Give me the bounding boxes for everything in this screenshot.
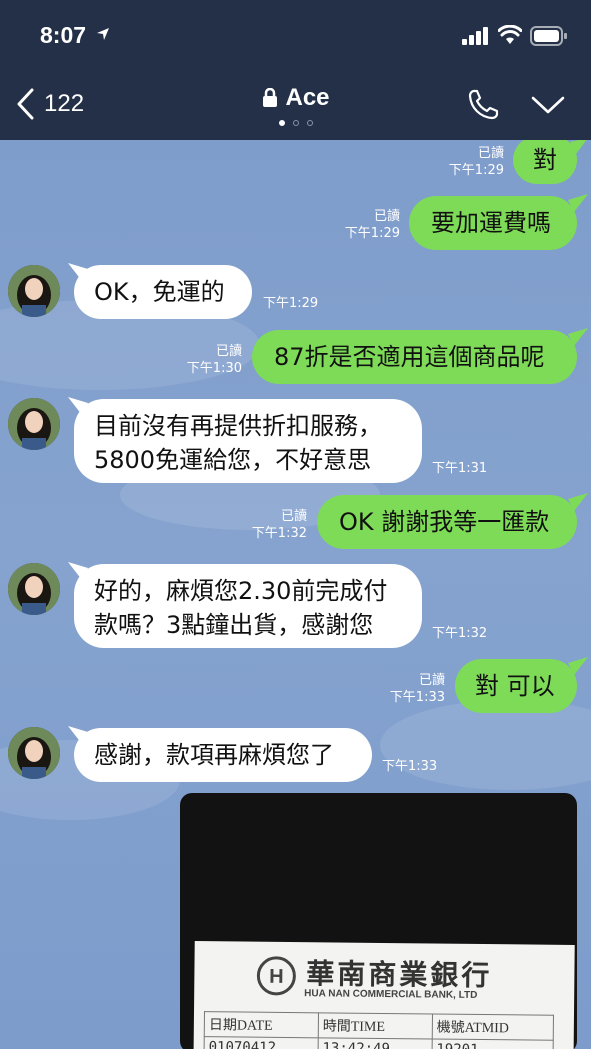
chat-title-group: Ace (0, 84, 591, 112)
chat-header: 122 Ace (0, 70, 591, 140)
lock-icon (263, 88, 278, 107)
svg-text:H: H (269, 966, 284, 988)
message-time: 下午1:29 (263, 296, 319, 311)
chevron-down-icon[interactable] (530, 94, 566, 116)
receipt-header: 日期DATE (204, 1011, 319, 1038)
message-meta: 已讀 下午1:29 (326, 208, 400, 242)
phone-icon[interactable] (466, 88, 500, 122)
read-receipt: 已讀 (215, 344, 242, 359)
message-meta: 已讀 下午1:32 (233, 508, 307, 542)
bubble-tail (568, 194, 588, 212)
page-dot (292, 120, 299, 126)
outgoing-message[interactable]: 對 (513, 140, 577, 184)
signal-icon (462, 27, 488, 45)
message-time: 下午1:29 (344, 226, 400, 241)
receipt-value: 01070412 (204, 1036, 319, 1049)
status-time: 8:07 (40, 22, 87, 48)
message-meta: 已讀 下午1:30 (168, 343, 242, 377)
bubble-tail (568, 657, 588, 675)
avatar[interactable] (8, 563, 60, 615)
photo-message[interactable]: H 華南商業銀行 HUA NAN COMMERCIAL BANK, LTD 日期… (180, 793, 577, 1049)
page-indicator (0, 120, 591, 126)
incoming-message[interactable]: 好的，麻煩您2.30前完成付 款嗎？3點鐘出貨，感謝您 (74, 564, 422, 648)
receipt-photo: H 華南商業銀行 HUA NAN COMMERCIAL BANK, LTD 日期… (193, 941, 575, 1049)
read-receipt: 已讀 (418, 673, 445, 688)
message-time: 下午1:29 (448, 163, 504, 178)
incoming-message[interactable]: 感謝，款項再麻煩您了 (74, 728, 372, 782)
receipt-value: 19201 (431, 1039, 554, 1049)
message-time: 下午1:32 (251, 526, 307, 541)
incoming-message[interactable]: OK，免運的 (74, 265, 252, 319)
bubble-tail (568, 493, 588, 511)
battery-icon (530, 26, 567, 46)
chat-area[interactable]: 已讀 下午1:29 對 已讀 下午1:29 要加運費嗎 OK，免運的 下午1:2… (0, 140, 591, 1049)
receipt-table: 日期DATE 時間TIME 機號ATMID 01070412 13:42:49 … (204, 1011, 554, 1049)
message-time: 下午1:31 (432, 461, 488, 476)
outgoing-message[interactable]: 要加運費嗎 (409, 196, 577, 250)
bubble-tail (568, 328, 588, 346)
read-receipt: 已讀 (477, 146, 504, 161)
location-arrow-icon (97, 28, 109, 40)
wifi-icon (498, 25, 522, 44)
receipt-header: 機號ATMID (432, 1014, 554, 1041)
outgoing-message[interactable]: OK 謝謝我等一匯款 (317, 495, 577, 549)
read-receipt: 已讀 (373, 209, 400, 224)
read-receipt: 已讀 (280, 509, 307, 524)
page-dot (278, 120, 285, 126)
message-time: 下午1:33 (382, 759, 438, 774)
receipt-value: 13:42:49 (317, 1037, 433, 1049)
avatar[interactable] (8, 398, 60, 450)
bank-logo-icon: H (256, 956, 296, 996)
incoming-message[interactable]: 目前沒有再提供折扣服務， 5800免運給您，不好意思 (74, 399, 422, 483)
receipt-header: 時間TIME (318, 1012, 433, 1040)
status-bar: 8:07 (0, 0, 591, 70)
message-meta: 已讀 下午1:33 (371, 672, 445, 706)
bank-name-en: HUA NAN COMMERCIAL BANK, LTD (304, 988, 478, 1001)
outgoing-message[interactable]: 87折是否適用這個商品呢 (252, 330, 577, 384)
chat-title[interactable]: Ace (285, 84, 329, 112)
message-time: 下午1:33 (389, 690, 445, 705)
page-dot (306, 120, 313, 126)
outgoing-message[interactable]: 對 可以 (455, 659, 577, 713)
avatar[interactable] (8, 265, 60, 317)
message-meta: 已讀 下午1:29 (430, 145, 504, 179)
message-time: 下午1:32 (432, 626, 488, 641)
avatar[interactable] (8, 727, 60, 779)
message-time: 下午1:30 (186, 361, 242, 376)
bubble-tail (570, 140, 587, 154)
